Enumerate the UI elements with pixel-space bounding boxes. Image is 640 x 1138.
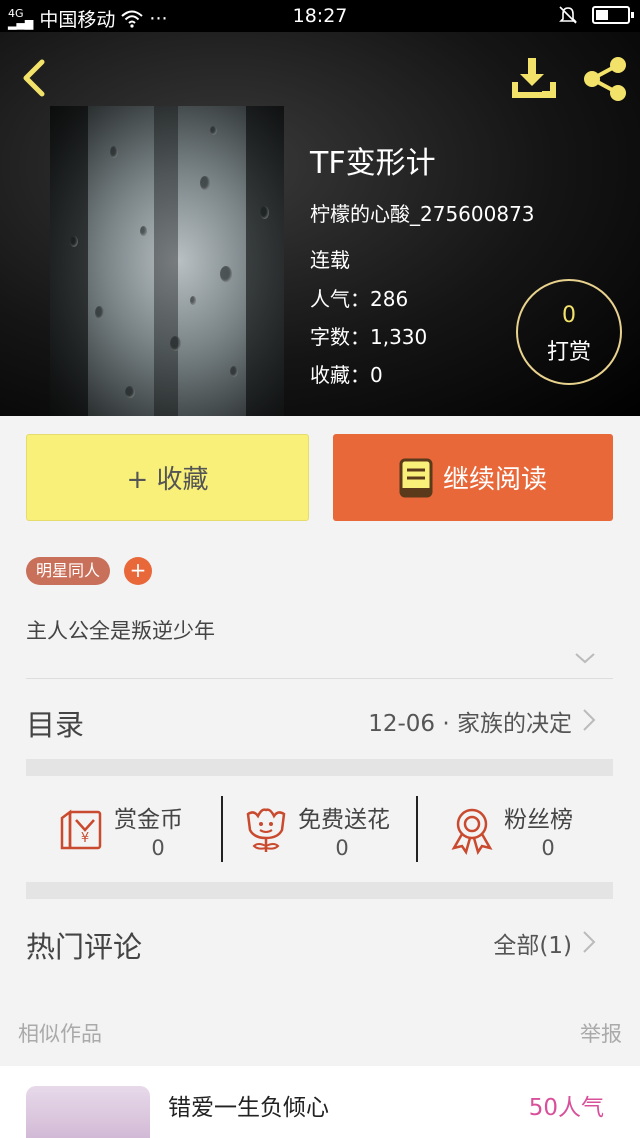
download-button[interactable] <box>506 54 560 104</box>
all-comments-link[interactable]: 全部(1) <box>493 926 572 960</box>
similar-book-title: 错爱一生负倾心 <box>168 1095 329 1121</box>
reward-flowers-label: 免费送花 <box>298 807 390 833</box>
reward-flowers[interactable]: 免费送花 0 <box>240 796 410 862</box>
reward-coins[interactable]: ¥ 赏金币 0 <box>56 796 206 862</box>
expand-chevron-icon[interactable] <box>574 650 596 666</box>
flower-icon <box>246 808 286 852</box>
popularity-stat: 人气：286 <box>310 287 409 311</box>
book-header: TF变形计 柠檬的心酸_275600873 连载 人气：286 字数：1,330… <box>0 32 640 416</box>
reward-flowers-value: 0 <box>335 836 349 860</box>
similar-book-cover <box>26 1086 150 1138</box>
tip-label: 打赏 <box>546 340 591 365</box>
share-button[interactable] <box>578 54 632 104</box>
section-separator <box>26 882 613 899</box>
back-button[interactable] <box>14 56 58 100</box>
report-link[interactable]: 举报 <box>580 1018 622 1048</box>
continue-reading-label: 继续阅读 <box>442 465 547 495</box>
status-bar: 4G ▂▄▆ 中国移动 ··· 18:27 <box>0 0 640 32</box>
favorites-stat: 收藏：0 <box>310 363 383 387</box>
mute-bell-icon <box>559 6 577 24</box>
book-summary: 主人公全是叛逆少年 <box>26 619 215 643</box>
tip-button[interactable]: 0 打赏 <box>516 279 622 385</box>
genre-tag[interactable]: 明星同人 <box>26 557 111 585</box>
coin-envelope-icon: ¥ <box>60 809 102 850</box>
chevron-right-icon[interactable] <box>582 708 596 732</box>
reward-coins-value: 0 <box>151 836 165 860</box>
add-favorite-button[interactable]: + 收藏 <box>26 434 309 521</box>
word-count-stat: 字数：1,330 <box>310 325 428 349</box>
book-status: 连载 <box>310 248 350 272</box>
continue-reading-button[interactable]: 继续阅读 <box>333 434 613 521</box>
divider <box>221 796 223 862</box>
hot-comments-title: 热门评论 <box>26 930 143 964</box>
svg-text:¥: ¥ <box>81 831 89 846</box>
reward-fans-label: 粉丝榜 <box>504 807 573 833</box>
reward-coins-label: 赏金币 <box>114 807 183 833</box>
book-cover[interactable] <box>50 106 284 416</box>
divider <box>416 796 418 862</box>
reward-fans-ranking[interactable]: 粉丝榜 0 <box>446 796 596 862</box>
similar-book-popularity: 50人气 <box>528 1095 604 1121</box>
book-title: TF变形计 <box>310 146 436 181</box>
book-icon <box>399 458 433 497</box>
reward-fans-value: 0 <box>541 836 555 860</box>
section-separator <box>26 759 613 776</box>
list-item[interactable]: 错爱一生负倾心 50人气 <box>0 1066 640 1138</box>
divider <box>26 678 613 679</box>
book-author[interactable]: 柠檬的心酸_275600873 <box>310 198 535 227</box>
medal-icon <box>451 808 493 855</box>
battery-icon <box>592 6 634 24</box>
similar-works-label: 相似作品 <box>18 1022 102 1046</box>
add-favorite-label: + 收藏 <box>126 465 209 495</box>
clock: 18:27 <box>292 5 348 27</box>
latest-chapter[interactable]: 12-06 · 家族的决定 <box>368 704 572 738</box>
tip-count: 0 <box>562 303 576 328</box>
chevron-right-icon[interactable] <box>582 930 596 954</box>
catalog-title[interactable]: 目录 <box>26 702 84 744</box>
add-tag-button[interactable]: + <box>124 557 152 585</box>
